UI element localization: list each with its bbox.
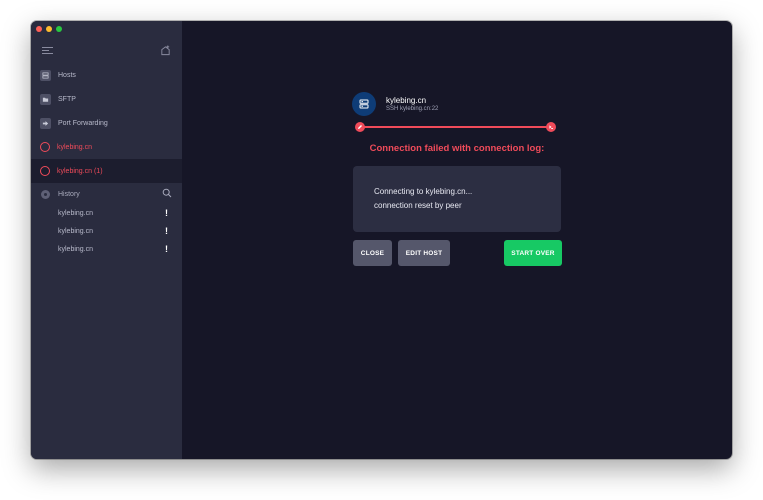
warning-icon: ! [165,226,168,236]
terminal-icon [548,125,553,129]
sidebar-session-kylebing[interactable]: kylebing.cn [31,135,182,159]
session-status-icon [40,142,50,152]
folder-icon [40,93,51,105]
history-item[interactable]: kylebing.cn ! [58,242,168,256]
sidebar-item-sftp[interactable]: SFTP [31,87,182,111]
history-label: History [58,190,80,198]
sidebar-item-label: Port Forwarding [58,119,108,127]
session-label: kylebing.cn [57,143,93,151]
history-item[interactable]: kylebing.cn ! [58,224,168,238]
edit-host-button[interactable]: EDIT HOST [398,240,450,266]
hosts-icon [40,69,51,81]
sidebar-item-port-forwarding[interactable]: Port Forwarding [31,111,182,135]
progress-start-node [355,122,365,132]
history-icon [41,189,50,199]
window-controls [36,26,62,32]
maximize-window-button[interactable] [56,26,62,32]
minimize-window-button[interactable] [46,26,52,32]
history-header[interactable]: History [31,185,182,203]
session-label: kylebing.cn (1) [57,167,103,175]
history-item[interactable]: kylebing.cn ! [58,206,168,220]
search-icon[interactable] [162,188,172,198]
connection-progress [355,122,556,132]
progress-line [359,126,552,128]
pencil-icon [358,125,362,129]
sidebar-item-label: SFTP [58,95,76,103]
menu-icon[interactable] [42,47,53,56]
sidebar-item-hosts[interactable]: Hosts [31,63,182,87]
host-server-icon [352,92,376,116]
host-name: kylebing.cn [386,96,427,105]
new-window-icon[interactable] [160,45,171,56]
error-title: Connection failed with connection log: [369,143,545,154]
arrow-icon [40,117,51,129]
history-item-label: kylebing.cn [58,245,94,253]
log-line: Connecting to kylebing.cn... [374,187,473,196]
host-address: SSH kylebing.cn:22 [386,106,439,112]
sidebar: Hosts SFTP Port Forwarding kylebing.cn k… [31,21,182,459]
connection-log: Connecting to kylebing.cn... connection … [353,166,561,232]
progress-end-node [546,122,556,132]
sidebar-item-label: Hosts [58,71,76,79]
sidebar-session-kylebing-1[interactable]: kylebing.cn (1) [31,159,182,183]
log-line: connection reset by peer [374,201,462,210]
start-over-button[interactable]: START OVER [504,240,562,266]
close-button[interactable]: CLOSE [353,240,392,266]
warning-icon: ! [165,244,168,254]
session-status-icon [40,166,50,176]
history-item-label: kylebing.cn [58,209,94,217]
close-window-button[interactable] [36,26,42,32]
app-window: Hosts SFTP Port Forwarding kylebing.cn k… [31,21,732,459]
history-item-label: kylebing.cn [58,227,94,235]
warning-icon: ! [165,208,168,218]
